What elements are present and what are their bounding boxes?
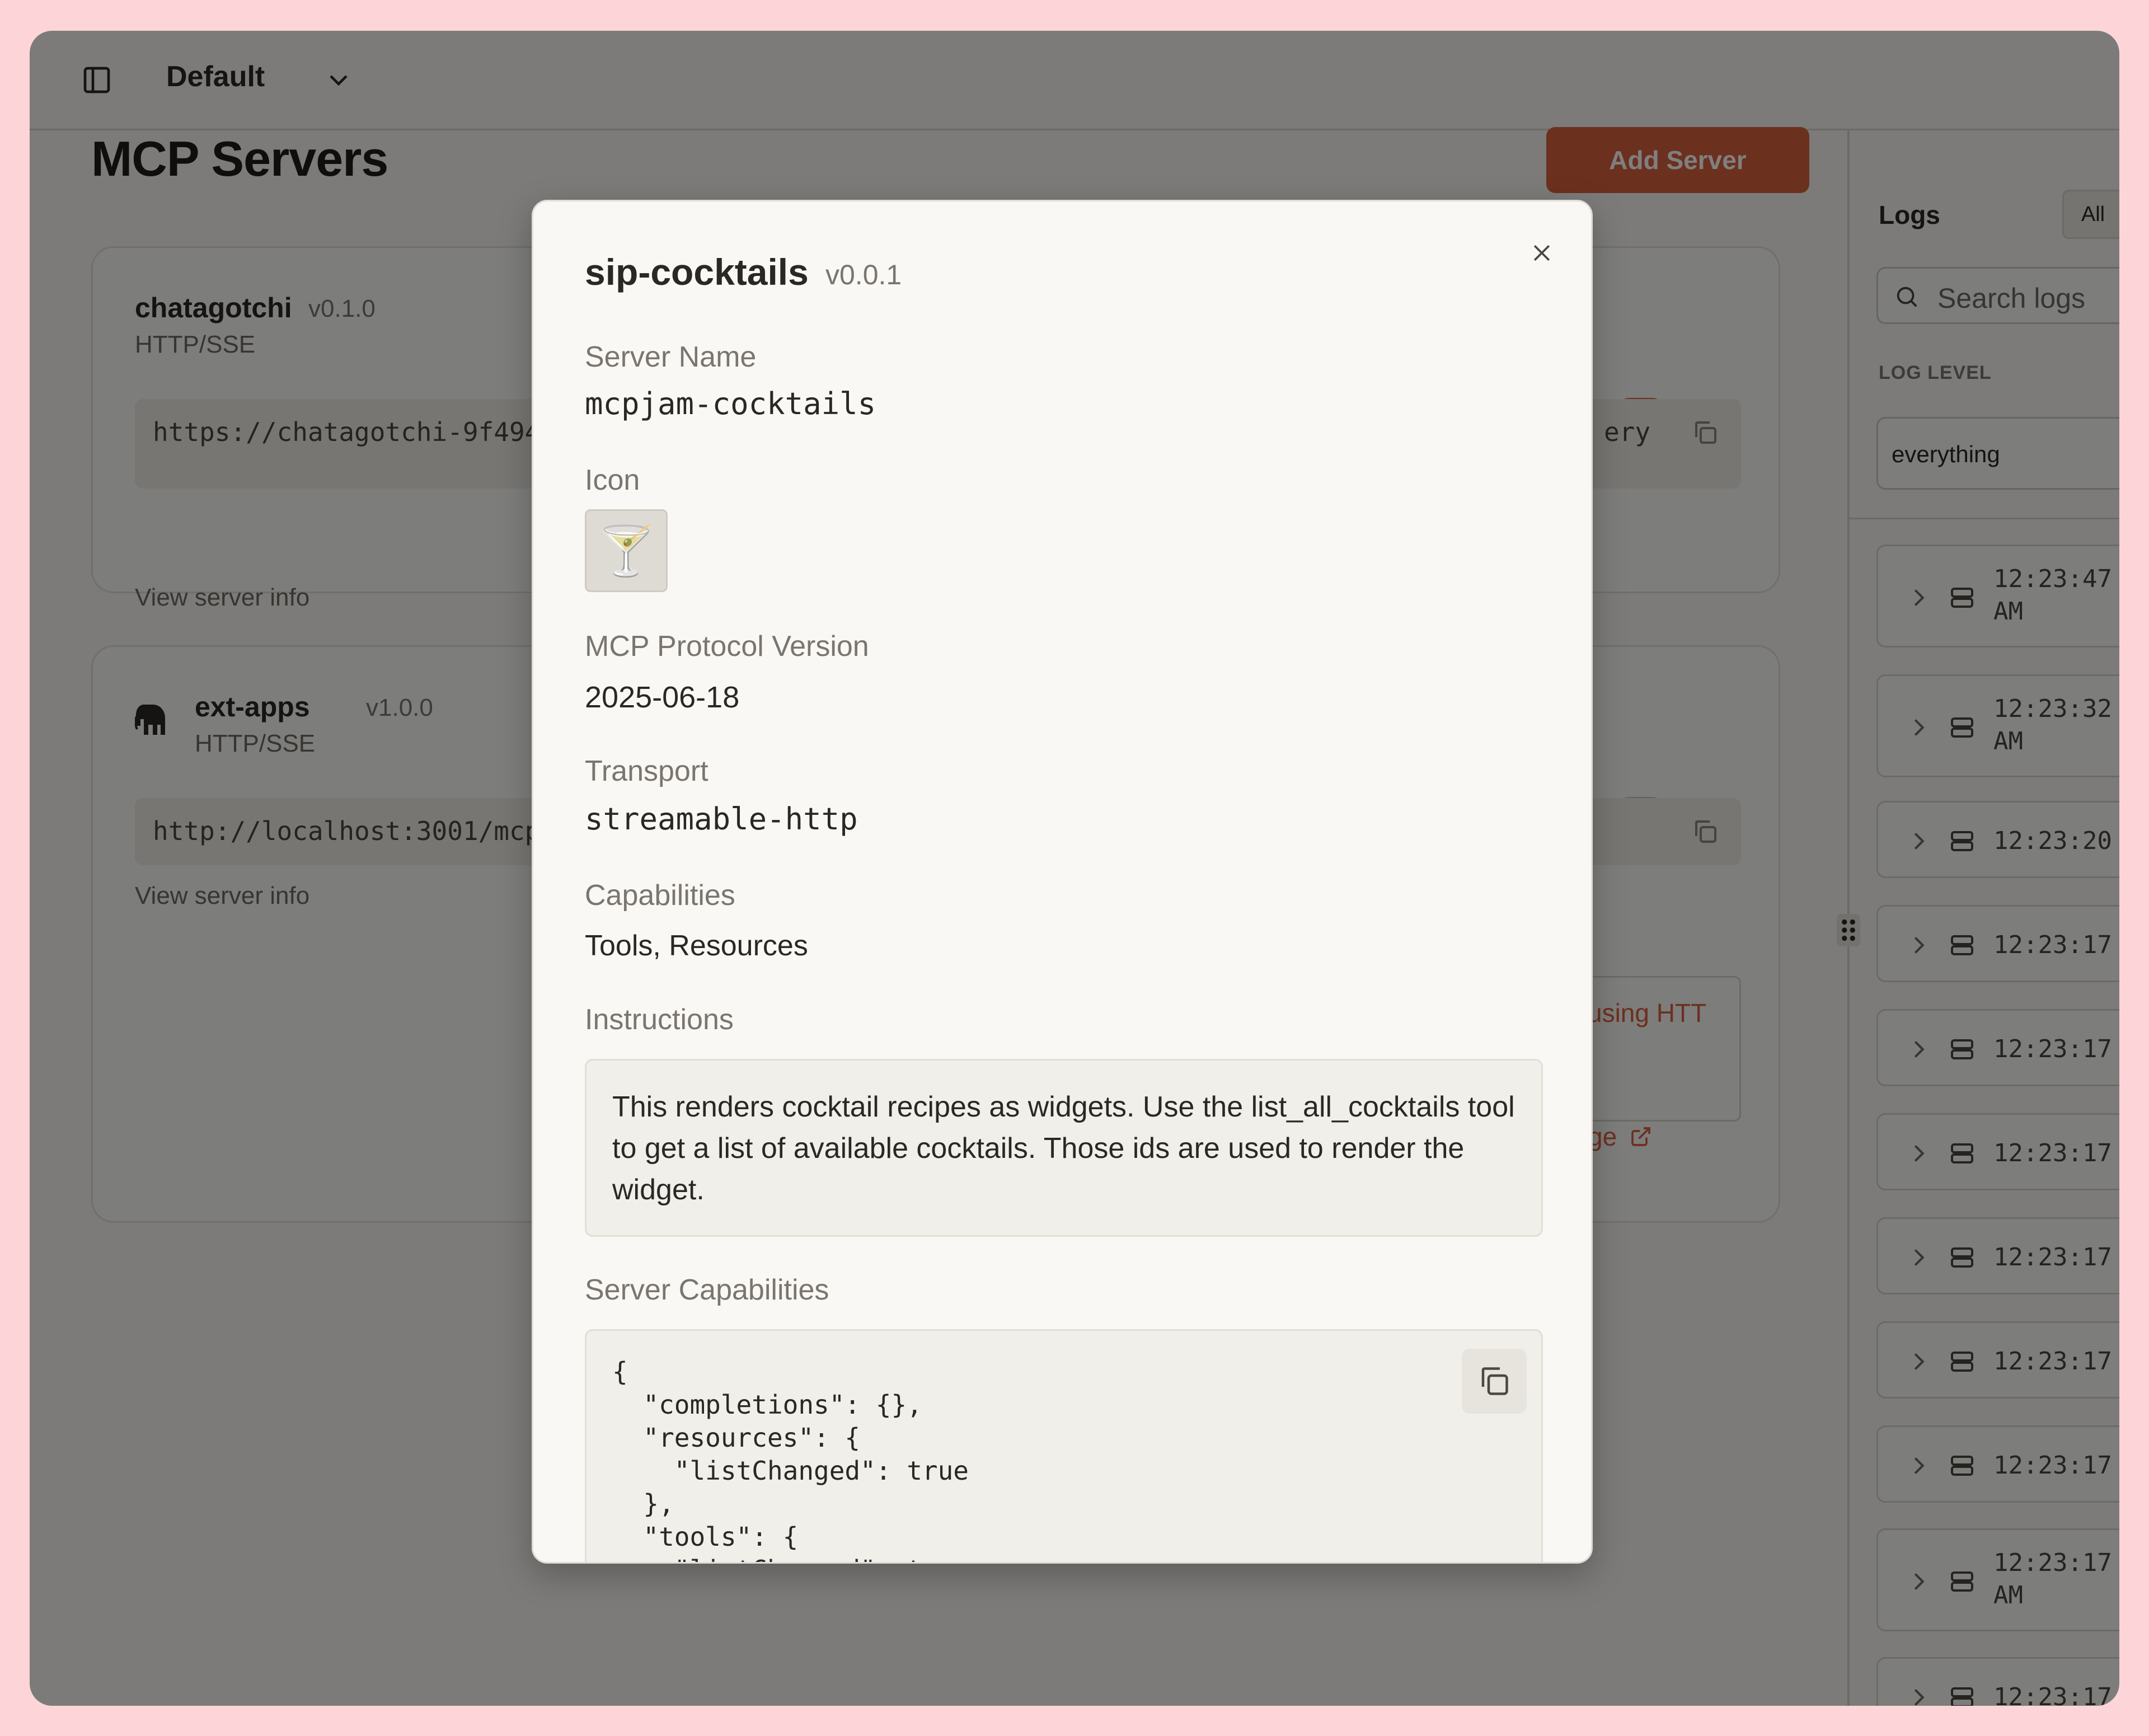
transport-value: streamable-http bbox=[585, 801, 858, 837]
protocol-version-label: MCP Protocol Version bbox=[585, 630, 869, 663]
transport-label: Transport bbox=[585, 755, 708, 787]
capabilities-value: Tools, Resources bbox=[585, 930, 808, 962]
server-capabilities-box: { "completions": {}, "resources": { "lis… bbox=[585, 1329, 1543, 1562]
instructions-text: This renders cocktail recipes as widgets… bbox=[612, 1091, 1515, 1206]
copy-capabilities-button[interactable] bbox=[1462, 1349, 1527, 1414]
cocktail-icon: 🍸 bbox=[596, 524, 656, 578]
server-name-value: mcpjam-cocktails bbox=[585, 386, 876, 421]
modal-version: v0.0.1 bbox=[825, 259, 902, 290]
modal-title: sip-cocktails bbox=[585, 251, 809, 293]
server-name-label: Server Name bbox=[585, 341, 757, 373]
server-capabilities-label: Server Capabilities bbox=[585, 1274, 829, 1306]
server-icon-image: 🍸 bbox=[585, 509, 668, 592]
server-info-modal: sip-cocktails v0.0.1 Server Name mcpjam-… bbox=[532, 200, 1593, 1564]
close-icon[interactable] bbox=[1529, 241, 1554, 265]
instructions-box: This renders cocktail recipes as widgets… bbox=[585, 1059, 1543, 1237]
copy-icon bbox=[1481, 1367, 1508, 1395]
instructions-label: Instructions bbox=[585, 1003, 734, 1036]
icon-label: Icon bbox=[585, 464, 640, 496]
capabilities-label: Capabilities bbox=[585, 879, 735, 912]
server-capabilities-json: { "completions": {}, "resources": { "lis… bbox=[612, 1357, 969, 1562]
protocol-version-value: 2025-06-18 bbox=[585, 681, 740, 714]
